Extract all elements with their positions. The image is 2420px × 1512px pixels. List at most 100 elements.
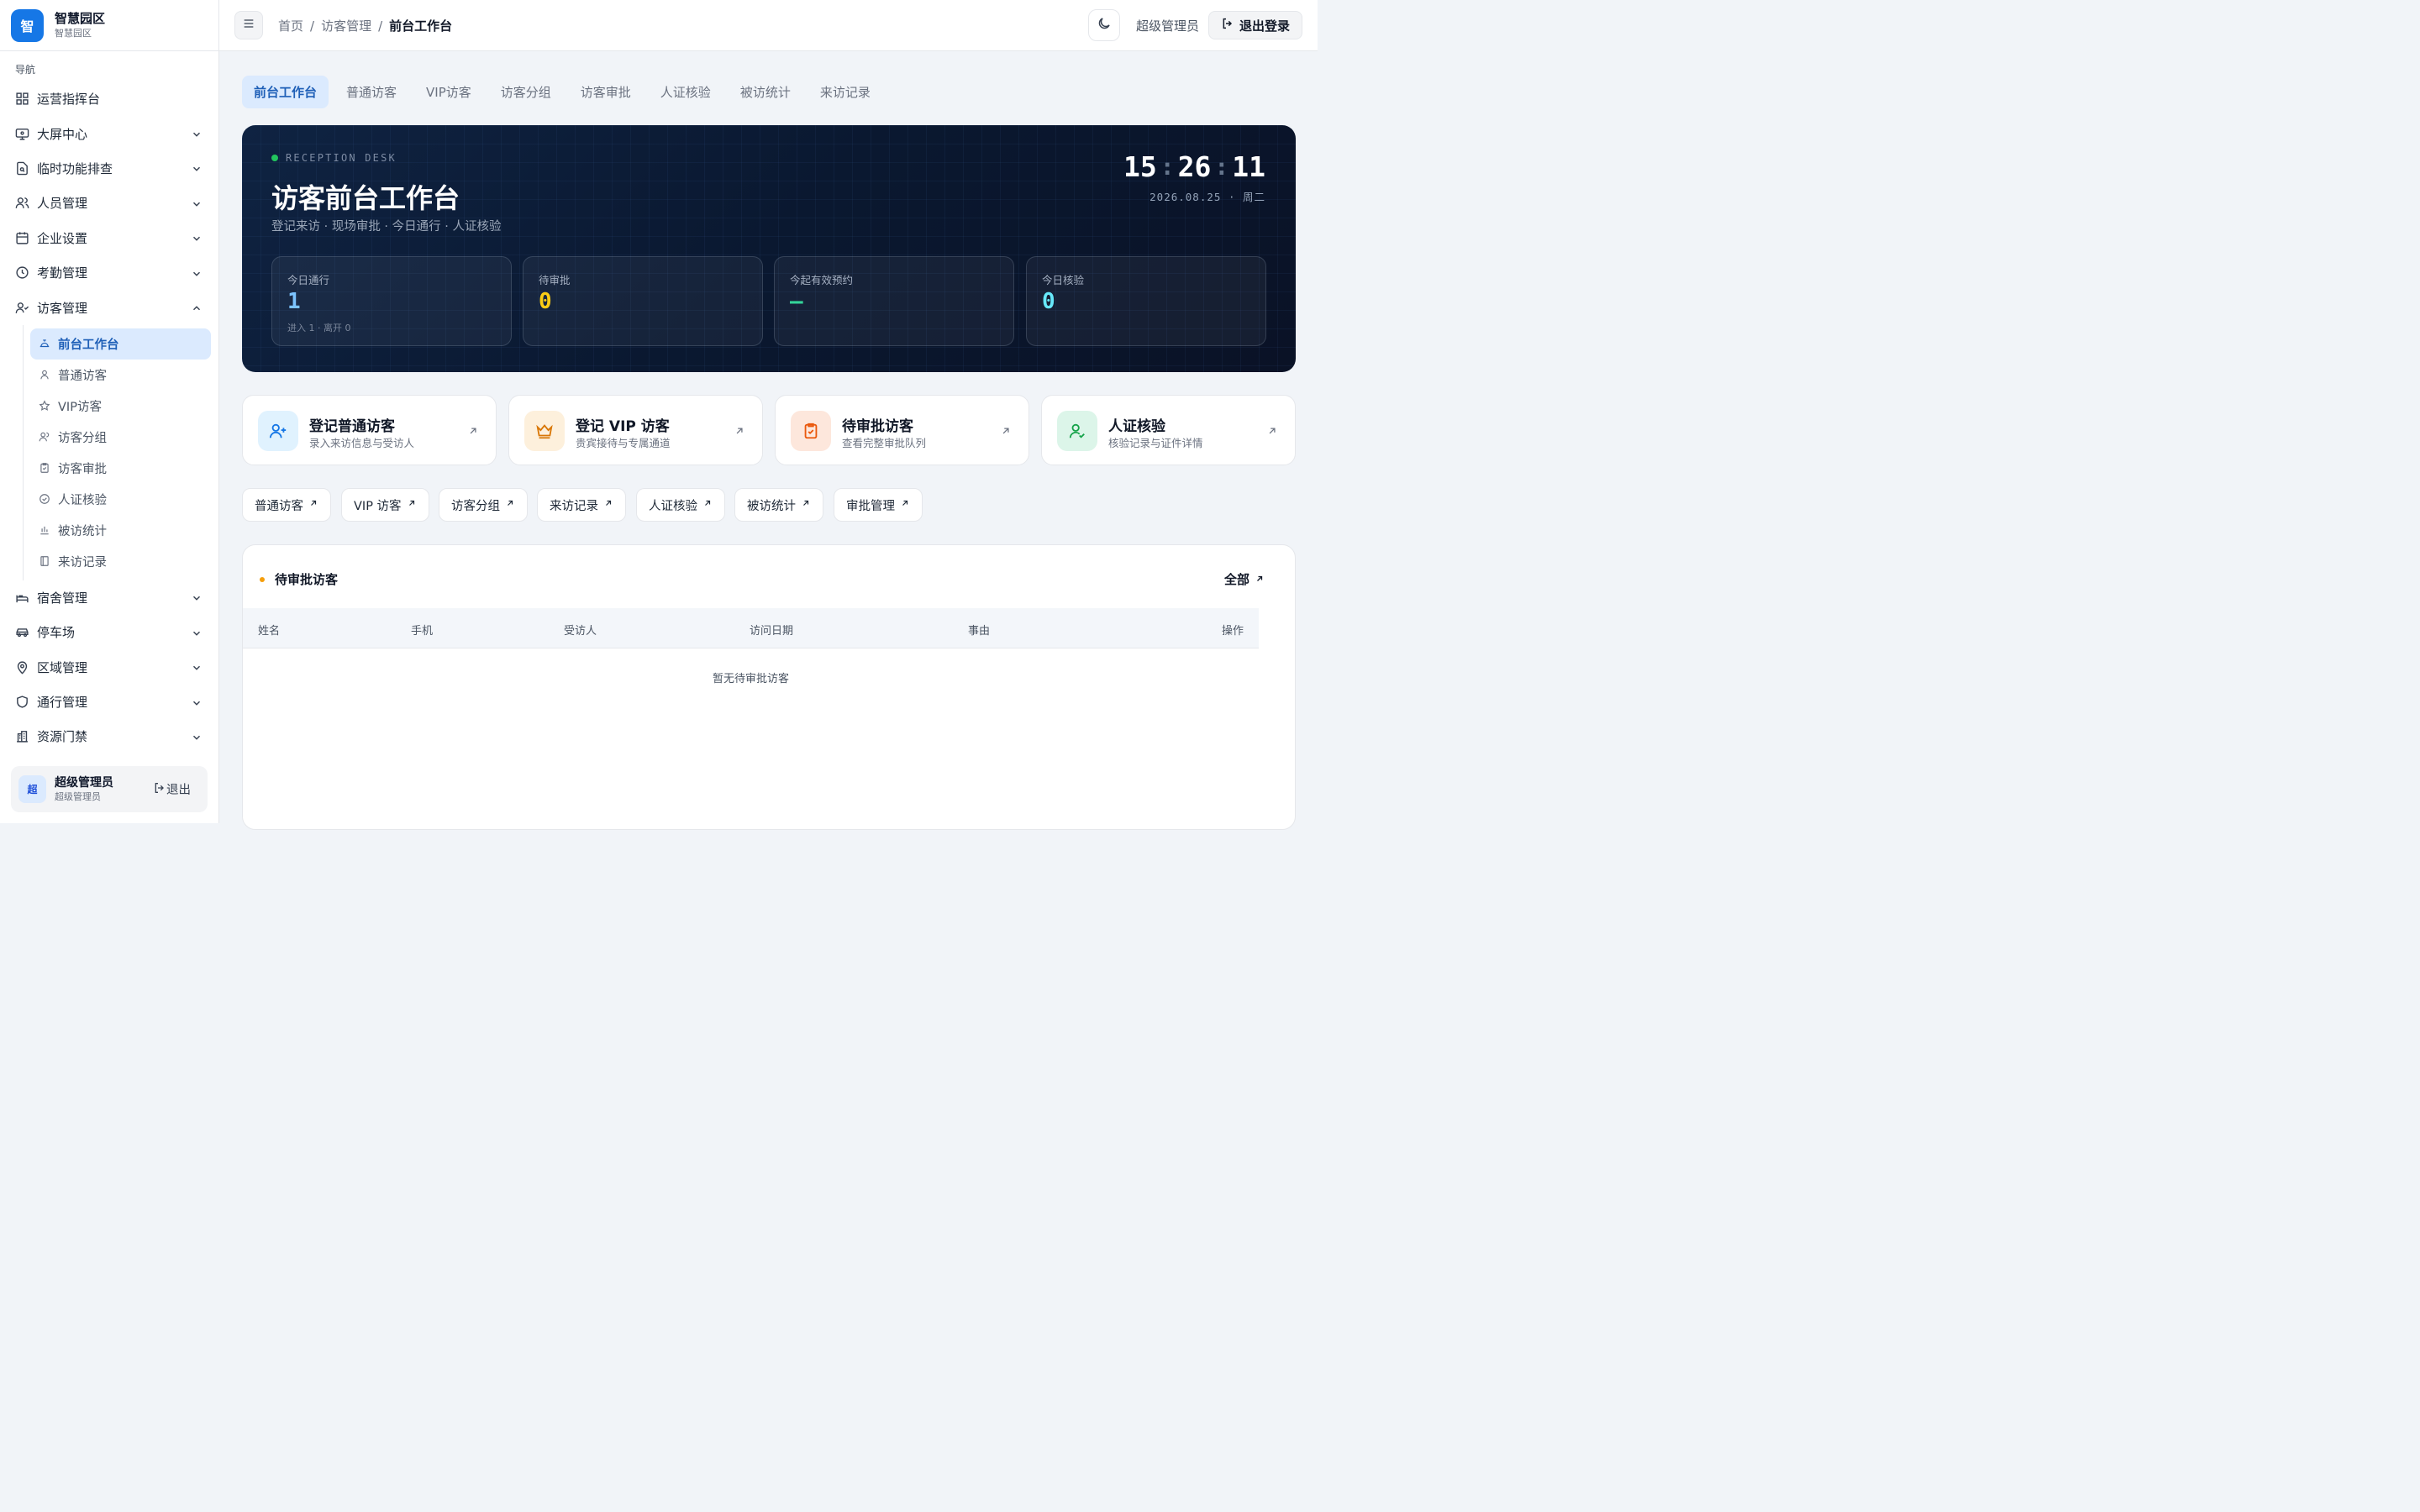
quick-register-normal[interactable]: 登记普通访客 录入来访信息与受访人 bbox=[242, 395, 497, 465]
tab-front-desk[interactable]: 前台工作台 bbox=[242, 76, 329, 108]
hero-subtitle: 登记来访 · 现场审批 · 今日通行 · 人证核验 bbox=[271, 220, 502, 234]
star-icon bbox=[39, 400, 50, 412]
shortcut-chip-normal-visitor[interactable]: 普通访客 bbox=[242, 488, 331, 522]
submenu-item-visitor-groups[interactable]: 访客分组 bbox=[30, 422, 211, 453]
column-header-reason: 事由 bbox=[968, 625, 991, 638]
submenu-item-visit-stats[interactable]: 被访统计 bbox=[30, 515, 211, 546]
arrow-up-right-icon bbox=[308, 498, 318, 512]
submenu-item-id-verify[interactable]: 人证核验 bbox=[30, 484, 211, 515]
logout-icon bbox=[153, 781, 166, 798]
sidebar-item-screens[interactable]: 大屏中心 bbox=[0, 116, 219, 150]
sidebar-item-dormitory[interactable]: 宿舍管理 bbox=[0, 580, 219, 615]
quick-id-verify[interactable]: 人证核验 核验记录与证件详情 bbox=[1041, 395, 1296, 465]
tab-visitor-groups[interactable]: 访客分组 bbox=[489, 76, 563, 108]
visitor-submenu: 前台工作台 普通访客 VIP访客 访客分组 访客审批 人证核验 被访统计 来访记… bbox=[23, 324, 219, 580]
page-tabs: 前台工作台 普通访客 VIP访客 访客分组 访客审批 人证核验 被访统计 来访记… bbox=[242, 76, 888, 108]
submenu-item-vip-visitor[interactable]: VIP访客 bbox=[30, 391, 211, 422]
shortcut-chip-visit-stats[interactable]: 被访统计 bbox=[734, 488, 823, 522]
submenu-item-label: 普通访客 bbox=[58, 369, 107, 383]
theme-toggle-button[interactable] bbox=[1088, 9, 1120, 41]
tab-vip-visitor[interactable]: VIP访客 bbox=[414, 76, 483, 108]
table-header: 姓名 手机 受访人 访问日期 事由 操作 bbox=[243, 608, 1259, 648]
chevron-down-icon bbox=[191, 731, 203, 743]
bed-icon bbox=[15, 591, 29, 605]
clock-seconds: 11 bbox=[1232, 150, 1265, 183]
chevron-down-icon bbox=[191, 661, 203, 673]
bar-chart-icon bbox=[39, 524, 50, 536]
tab-visitor-approval[interactable]: 访客审批 bbox=[569, 76, 643, 108]
quick-pending-approval[interactable]: 待审批访客 查看完整审批队列 bbox=[775, 395, 1029, 465]
nav-section-label: 导航 bbox=[15, 64, 36, 76]
tab-id-verify[interactable]: 人证核验 bbox=[649, 76, 723, 108]
submenu-item-label: VIP访客 bbox=[58, 400, 102, 414]
sidebar-logout-button[interactable]: 退出 bbox=[153, 780, 191, 798]
chevron-down-icon bbox=[191, 232, 203, 244]
tab-visit-stats[interactable]: 被访统计 bbox=[729, 76, 802, 108]
brand-title: 智慧园区 bbox=[55, 10, 106, 26]
stat-card-valid-bookings[interactable]: 今起有效预约 — bbox=[774, 256, 1014, 346]
breadcrumb-visitors[interactable]: 访客管理 bbox=[321, 17, 371, 34]
shortcut-chip-visit-records[interactable]: 来访记录 bbox=[537, 488, 626, 522]
shortcut-chip-id-verify[interactable]: 人证核验 bbox=[636, 488, 725, 522]
sidebar-item-operations[interactable]: 运营指挥台 bbox=[0, 81, 219, 116]
view-all-link[interactable]: 全部 bbox=[1224, 570, 1265, 588]
car-icon bbox=[15, 625, 29, 639]
file-search-icon bbox=[15, 161, 29, 176]
header-role: 超级管理员 bbox=[1136, 18, 1200, 34]
sidebar-item-label: 运营指挥台 bbox=[37, 92, 101, 108]
stat-value: 0 bbox=[539, 289, 552, 314]
sidebar-item-personnel[interactable]: 人员管理 bbox=[0, 186, 219, 220]
empty-state: 暂无待审批访客 bbox=[712, 673, 789, 685]
panel-title-label: 待审批访客 bbox=[275, 572, 339, 587]
live-clock: 15 : 26 : 11 bbox=[1123, 150, 1265, 183]
stat-label: 今日通行 bbox=[287, 274, 330, 286]
submenu-item-label: 前台工作台 bbox=[58, 338, 119, 352]
quick-register-vip[interactable]: 登记 VIP 访客 贵宾接待与专属通道 bbox=[508, 395, 763, 465]
sidebar-item-visitors[interactable]: 访客管理 bbox=[0, 290, 219, 324]
stat-card-today-pass[interactable]: 今日通行 1 进入 1 · 离开 0 bbox=[271, 256, 512, 346]
stat-card-today-verify[interactable]: 今日核验 0 bbox=[1026, 256, 1266, 346]
sidebar-item-areas[interactable]: 区域管理 bbox=[0, 650, 219, 685]
chip-label: 被访统计 bbox=[747, 499, 796, 513]
sidebar-item-parking[interactable]: 停车场 bbox=[0, 615, 219, 649]
chip-label: 访客分组 bbox=[451, 499, 500, 513]
arrow-up-right-icon bbox=[1000, 424, 1012, 440]
menu-toggle-button[interactable] bbox=[234, 11, 263, 39]
arrow-up-right-icon bbox=[603, 498, 613, 512]
sidebar-item-enterprise[interactable]: 企业设置 bbox=[0, 221, 219, 255]
submenu-item-front-desk[interactable]: 前台工作台 bbox=[30, 328, 211, 360]
sidebar-item-access[interactable]: 通行管理 bbox=[0, 685, 219, 719]
chevron-down-icon bbox=[191, 162, 203, 174]
stat-note: 进入 1 · 离开 0 bbox=[287, 323, 351, 333]
stat-label: 今起有效预约 bbox=[790, 274, 854, 286]
avatar: 超 bbox=[18, 775, 46, 803]
sidebar-item-label: 大屏中心 bbox=[37, 126, 88, 142]
shortcut-chip-vip-visitor[interactable]: VIP 访客 bbox=[341, 488, 429, 522]
submenu-item-visit-records[interactable]: 来访记录 bbox=[30, 546, 211, 577]
tab-normal-visitor[interactable]: 普通访客 bbox=[334, 76, 408, 108]
logout-icon bbox=[1221, 17, 1234, 34]
submenu-item-visitor-approval[interactable]: 访客审批 bbox=[30, 453, 211, 484]
sidebar-item-label: 访客管理 bbox=[37, 300, 88, 316]
submenu-item-normal-visitor[interactable]: 普通访客 bbox=[30, 360, 211, 391]
brand[interactable]: 智 智慧园区 智慧园区 bbox=[0, 0, 218, 51]
sidebar-item-resource-gates[interactable]: 资源门禁 bbox=[0, 719, 219, 753]
hero-tag-label: RECEPTION DESK bbox=[286, 152, 397, 164]
moon-icon bbox=[1097, 16, 1112, 34]
submenu-item-label: 被访统计 bbox=[58, 524, 107, 538]
shortcut-chip-approval-mgmt[interactable]: 审批管理 bbox=[834, 488, 923, 522]
stat-card-pending[interactable]: 待审批 0 bbox=[523, 256, 763, 346]
logout-button[interactable]: 退出登录 bbox=[1208, 11, 1302, 39]
sidebar-item-label: 临时功能排查 bbox=[37, 160, 113, 176]
sidebar-item-attendance[interactable]: 考勤管理 bbox=[0, 255, 219, 290]
sidebar-item-label: 停车场 bbox=[37, 625, 76, 641]
arrow-up-right-icon bbox=[801, 498, 811, 512]
breadcrumb-home[interactable]: 首页 bbox=[278, 17, 303, 34]
top-header: 首页 / 访客管理 / 前台工作台 超级管理员 退出登录 bbox=[219, 0, 1318, 51]
sidebar-item-label: 企业设置 bbox=[37, 230, 88, 246]
sidebar-item-temp-check[interactable]: 临时功能排查 bbox=[0, 151, 219, 186]
shortcut-chip-visitor-groups[interactable]: 访客分组 bbox=[439, 488, 528, 522]
arrow-up-right-icon bbox=[1255, 572, 1265, 587]
tab-visit-records[interactable]: 来访记录 bbox=[808, 76, 882, 108]
stat-value: 0 bbox=[1042, 289, 1055, 314]
